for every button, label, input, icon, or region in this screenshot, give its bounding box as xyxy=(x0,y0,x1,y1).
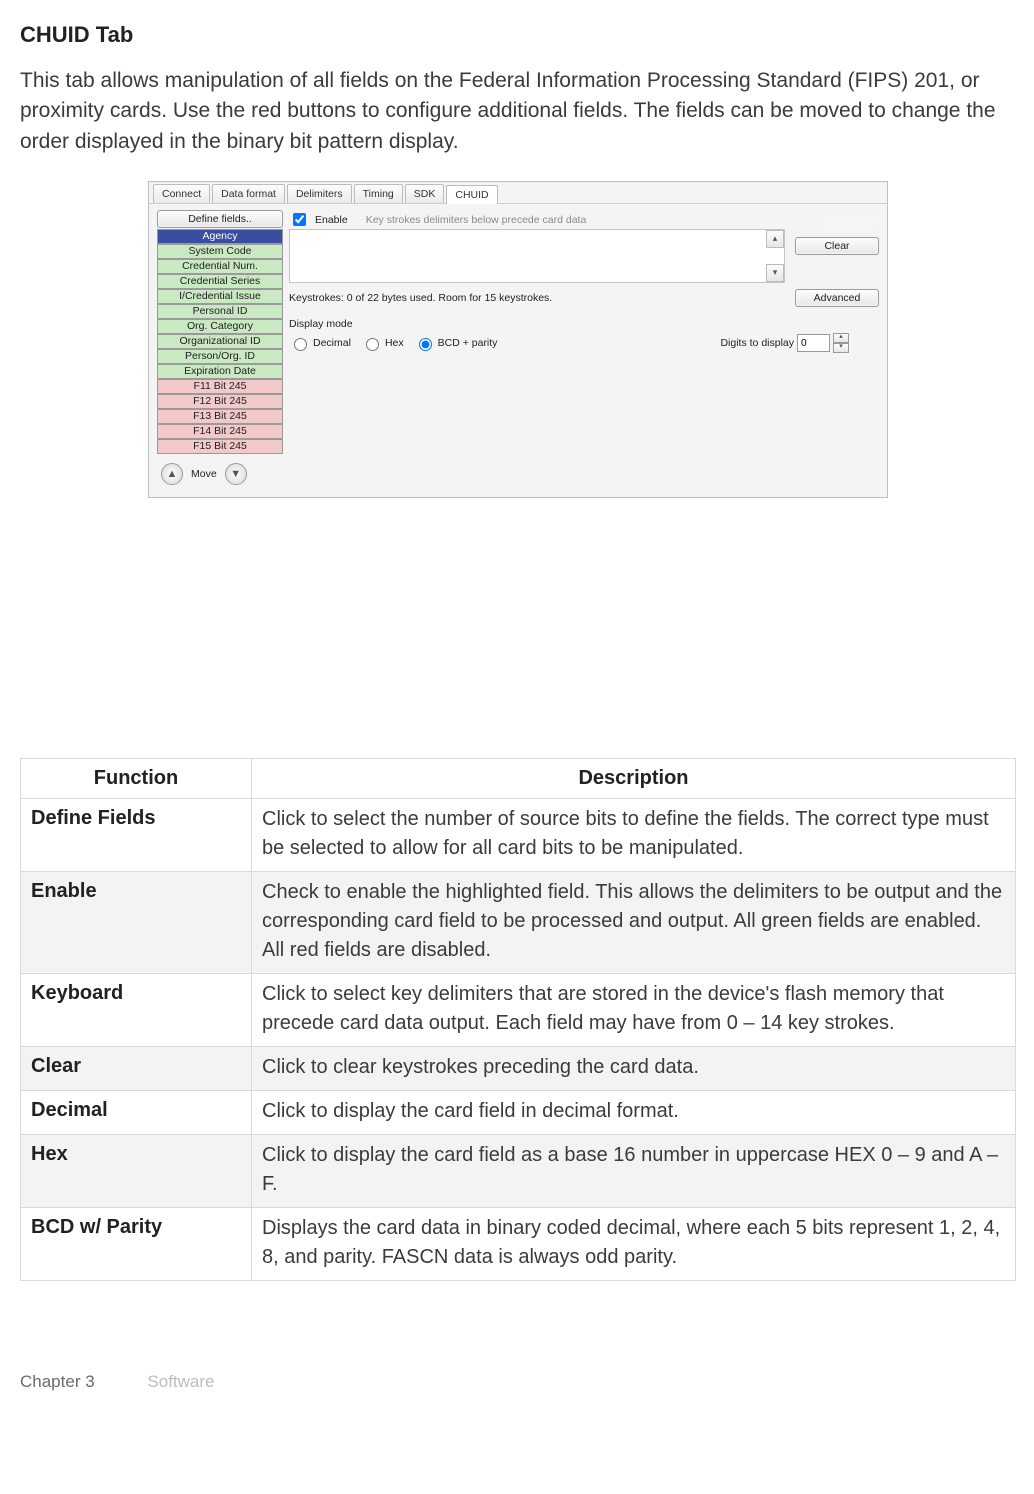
define-fields-button[interactable]: Define fields.. xyxy=(157,210,283,228)
field-credential-series[interactable]: Credential Series xyxy=(157,274,283,289)
function-cell: BCD w/ Parity xyxy=(21,1208,252,1281)
keystroke-info: Keystrokes: 0 of 22 bytes used. Room for… xyxy=(289,291,785,305)
table-row: DecimalClick to display the card field i… xyxy=(21,1091,1016,1135)
function-cell: Enable xyxy=(21,872,252,974)
footer-section: Software xyxy=(147,1372,214,1391)
radio-bcd[interactable]: BCD + parity xyxy=(414,335,498,351)
description-cell: Click to select the number of source bit… xyxy=(252,799,1016,872)
table-row: BCD w/ ParityDisplays the card data in b… xyxy=(21,1208,1016,1281)
description-cell: Click to select key delimiters that are … xyxy=(252,974,1016,1047)
field-f12-bit-245[interactable]: F12 Bit 245 xyxy=(157,394,283,409)
function-cell: Keyboard xyxy=(21,974,252,1047)
tab-sdk[interactable]: SDK xyxy=(405,184,445,203)
screenshot-panel: ConnectData formatDelimitersTimingSDKCHU… xyxy=(148,181,888,498)
intro-paragraph: This tab allows manipulation of all fiel… xyxy=(20,66,1016,157)
field-person-org-id[interactable]: Person/Org. ID xyxy=(157,349,283,364)
function-cell: Decimal xyxy=(21,1091,252,1135)
radio-hex[interactable]: Hex xyxy=(361,335,404,351)
field-personal-id[interactable]: Personal ID xyxy=(157,304,283,319)
scroll-up-icon[interactable]: ▴ xyxy=(766,230,784,248)
display-mode-label: Display mode xyxy=(289,317,879,331)
table-header-row: Function Description xyxy=(21,759,1016,799)
function-table: Function Description Define FieldsClick … xyxy=(20,758,1016,1281)
tab-data-format[interactable]: Data format xyxy=(212,184,285,203)
table-row: EnableCheck to enable the highlighted fi… xyxy=(21,872,1016,974)
description-cell: Check to enable the highlighted field. T… xyxy=(252,872,1016,974)
field-agency[interactable]: Agency xyxy=(157,229,283,244)
tab-timing[interactable]: Timing xyxy=(354,184,403,203)
page-footer: Chapter 3 Software xyxy=(20,1371,1016,1394)
radio-decimal[interactable]: Decimal xyxy=(289,335,351,351)
move-down-button[interactable]: ▼ xyxy=(225,463,247,485)
field-expiration-date[interactable]: Expiration Date xyxy=(157,364,283,379)
description-cell: Displays the card data in binary coded d… xyxy=(252,1208,1016,1281)
keyboard-button[interactable] xyxy=(821,210,879,231)
description-cell: Click to display the card field in decim… xyxy=(252,1091,1016,1135)
table-row: HexClick to display the card field as a … xyxy=(21,1135,1016,1208)
clear-button[interactable]: Clear xyxy=(795,237,879,255)
page-title: CHUID Tab xyxy=(20,20,1016,50)
function-cell: Clear xyxy=(21,1047,252,1091)
field-f13-bit-245[interactable]: F13 Bit 245 xyxy=(157,409,283,424)
tab-connect[interactable]: Connect xyxy=(153,184,210,203)
field-organizational-id[interactable]: Organizational ID xyxy=(157,334,283,349)
function-cell: Hex xyxy=(21,1135,252,1208)
function-cell: Define Fields xyxy=(21,799,252,872)
delimiter-hint: Key strokes delimiters below precede car… xyxy=(366,213,587,227)
field-f14-bit-245[interactable]: F14 Bit 245 xyxy=(157,424,283,439)
description-cell: Click to display the card field as a bas… xyxy=(252,1135,1016,1208)
function-header: Function xyxy=(21,759,252,799)
delimiter-textarea[interactable]: ▴ ▾ xyxy=(289,229,785,283)
tab-delimiters[interactable]: Delimiters xyxy=(287,184,352,203)
footer-chapter: Chapter 3 xyxy=(20,1372,95,1391)
field-i-credential-issue[interactable]: I/Credential Issue xyxy=(157,289,283,304)
field-system-code[interactable]: System Code xyxy=(157,244,283,259)
enable-checkbox[interactable] xyxy=(293,213,306,226)
spin-up-icon[interactable]: ▴ xyxy=(833,333,849,343)
description-header: Description xyxy=(252,759,1016,799)
description-cell: Click to clear keystrokes preceding the … xyxy=(252,1047,1016,1091)
digits-input[interactable] xyxy=(797,334,830,352)
tab-chuid[interactable]: CHUID xyxy=(446,185,497,204)
move-up-button[interactable]: ▲ xyxy=(161,463,183,485)
field-f11-bit-245[interactable]: F11 Bit 245 xyxy=(157,379,283,394)
table-row: KeyboardClick to select key delimiters t… xyxy=(21,974,1016,1047)
digits-label: Digits to display xyxy=(720,336,794,350)
field-org-category[interactable]: Org. Category xyxy=(157,319,283,334)
move-label: Move xyxy=(191,467,217,481)
scroll-down-icon[interactable]: ▾ xyxy=(766,264,784,282)
enable-label: Enable xyxy=(315,213,348,227)
field-credential-num-[interactable]: Credential Num. xyxy=(157,259,283,274)
table-row: ClearClick to clear keystrokes preceding… xyxy=(21,1047,1016,1091)
table-row: Define FieldsClick to select the number … xyxy=(21,799,1016,872)
advanced-button[interactable]: Advanced xyxy=(795,289,879,307)
spin-down-icon[interactable]: ▾ xyxy=(833,343,849,353)
field-f15-bit-245[interactable]: F15 Bit 245 xyxy=(157,439,283,454)
tab-strip: ConnectData formatDelimitersTimingSDKCHU… xyxy=(149,182,887,203)
